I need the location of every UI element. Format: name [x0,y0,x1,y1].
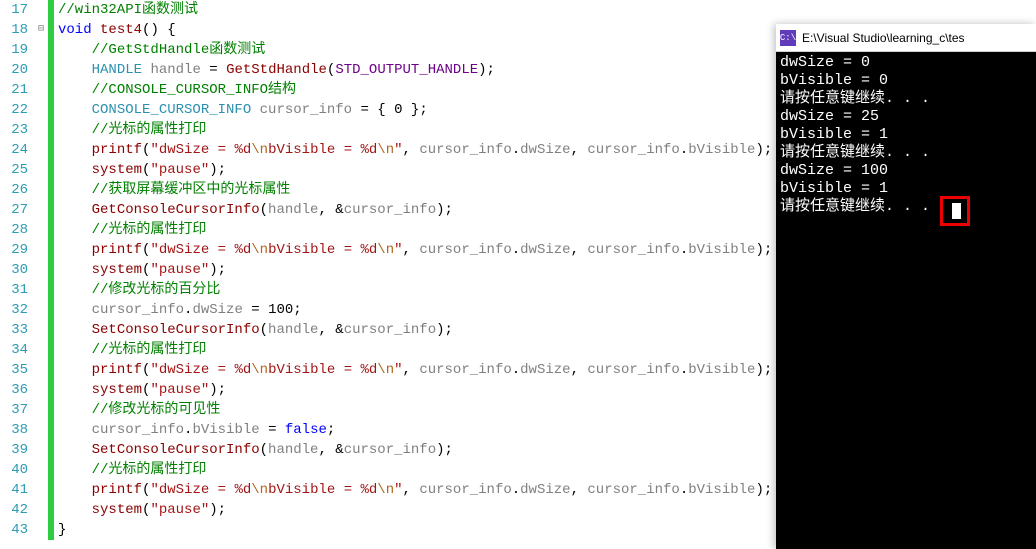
fold-cell[interactable] [34,100,48,120]
console-icon: C:\ [780,30,796,46]
console-body[interactable]: dwSize = 0bVisible = 0请按任意键继续. . .dwSize… [776,52,1036,549]
fold-cell[interactable] [34,520,48,540]
console-line: 请按任意键继续. . . [780,90,1032,108]
fold-cell[interactable] [34,340,48,360]
console-line: 请按任意键继续. . . [780,198,1032,216]
line-number: 33 [0,320,28,340]
fold-cell[interactable] [34,120,48,140]
line-number: 21 [0,80,28,100]
line-number: 37 [0,400,28,420]
fold-cell[interactable] [34,260,48,280]
line-number: 19 [0,40,28,60]
console-line: dwSize = 0 [780,54,1032,72]
console-line: bVisible = 1 [780,126,1032,144]
line-number: 22 [0,100,28,120]
console-titlebar[interactable]: C:\ E:\Visual Studio\learning_c\tes [776,24,1036,52]
code-line[interactable]: //win32API函数测试 [54,0,1036,20]
line-number: 35 [0,360,28,380]
fold-cell[interactable] [34,180,48,200]
fold-cell[interactable] [34,300,48,320]
line-number: 43 [0,520,28,540]
line-number: 42 [0,500,28,520]
fold-cell[interactable] [34,40,48,60]
console-line: 请按任意键继续. . . [780,144,1032,162]
console-line: bVisible = 0 [780,72,1032,90]
line-number: 28 [0,220,28,240]
cursor-highlight-box [940,196,970,226]
fold-cell[interactable] [34,460,48,480]
console-window[interactable]: C:\ E:\Visual Studio\learning_c\tes dwSi… [776,24,1036,549]
line-number: 26 [0,180,28,200]
line-number: 39 [0,440,28,460]
console-icon-label: C:\ [780,33,796,43]
fold-cell[interactable] [34,200,48,220]
line-number: 17 [0,0,28,20]
fold-cell[interactable] [34,380,48,400]
fold-cell[interactable] [34,80,48,100]
line-number: 32 [0,300,28,320]
line-number: 31 [0,280,28,300]
line-number: 36 [0,380,28,400]
line-number: 40 [0,460,28,480]
fold-cell[interactable]: ⊟ [34,20,48,40]
console-line: bVisible = 1 [780,180,1032,198]
block-cursor [952,203,961,219]
fold-cell[interactable] [34,0,48,20]
line-number: 29 [0,240,28,260]
fold-cell[interactable] [34,220,48,240]
line-number: 38 [0,420,28,440]
line-number: 23 [0,120,28,140]
line-number: 20 [0,60,28,80]
line-number-gutter: 1718192021222324252627282930313233343536… [0,0,34,549]
fold-cell[interactable] [34,500,48,520]
line-number: 24 [0,140,28,160]
fold-cell[interactable] [34,420,48,440]
console-line: dwSize = 100 [780,162,1032,180]
line-number: 27 [0,200,28,220]
fold-cell[interactable] [34,240,48,260]
fold-cell[interactable] [34,140,48,160]
fold-column[interactable]: ⊟ [34,0,48,549]
fold-cell[interactable] [34,400,48,420]
line-number: 34 [0,340,28,360]
fold-cell[interactable] [34,160,48,180]
console-line: dwSize = 25 [780,108,1032,126]
fold-cell[interactable] [34,480,48,500]
fold-cell[interactable] [34,440,48,460]
line-number: 25 [0,160,28,180]
line-number: 41 [0,480,28,500]
fold-cell[interactable] [34,280,48,300]
fold-cell[interactable] [34,320,48,340]
fold-cell[interactable] [34,60,48,80]
line-number: 18 [0,20,28,40]
line-number: 30 [0,260,28,280]
fold-cell[interactable] [34,360,48,380]
console-title: E:\Visual Studio\learning_c\tes [802,31,965,45]
